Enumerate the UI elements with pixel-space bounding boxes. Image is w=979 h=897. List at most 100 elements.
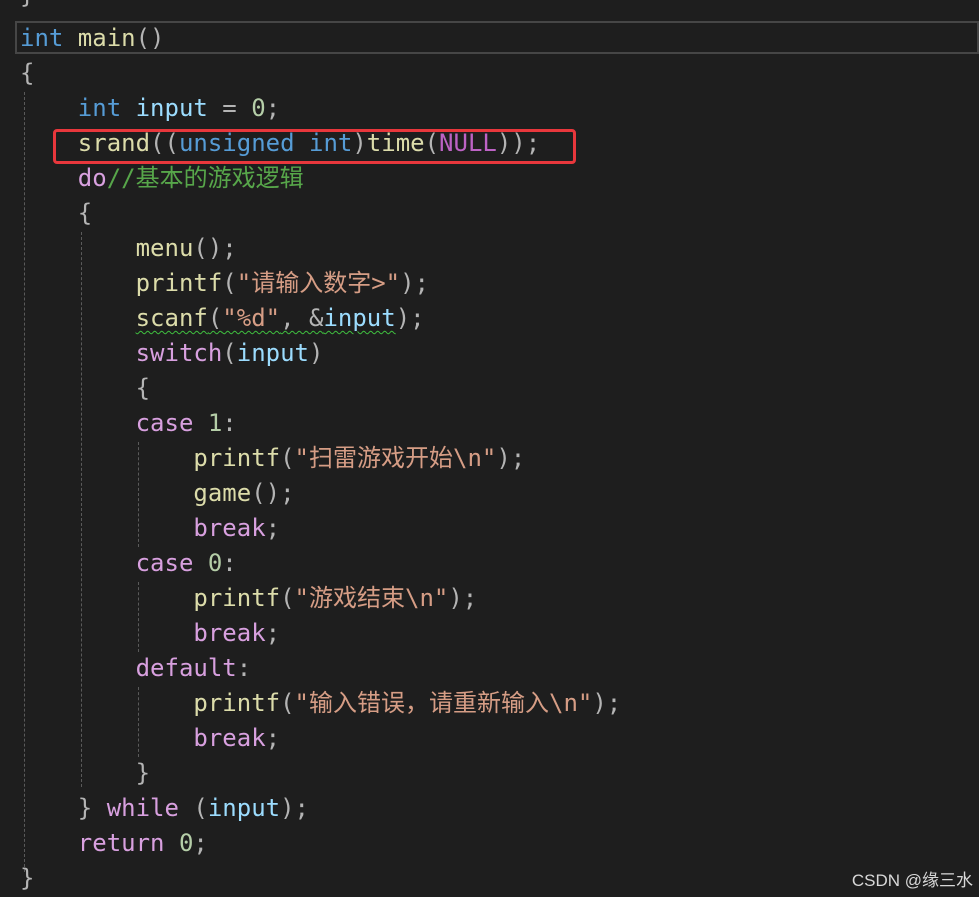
token-fn: printf (193, 689, 281, 717)
token-pun: } (77, 794, 93, 822)
token-str: "输入错误，请重新输入\n" (294, 689, 593, 717)
token-pun: ) (309, 339, 324, 367)
code-line-printf-prompt[interactable]: printf("请输入数字>"); (20, 266, 429, 301)
token-pun: ; (265, 514, 281, 542)
token-str: "游戏结束\n" (294, 584, 449, 612)
token-var: input (121, 94, 208, 122)
token-ctl: break (193, 514, 266, 542)
token-pun: = (207, 94, 252, 122)
token-ctl: break (193, 724, 266, 752)
token-pun: { (135, 374, 151, 402)
code-line-do-open-brace[interactable]: { (20, 196, 92, 231)
token-pun: ); (400, 269, 430, 297)
code-line-case-0[interactable]: case 0: (20, 546, 237, 581)
token-pun: : (236, 654, 252, 682)
code-line-switch-stmt[interactable]: switch(input) (20, 336, 324, 371)
token-var: input (323, 304, 396, 332)
token-fn: main (63, 24, 136, 52)
token-num: 0 (164, 829, 194, 857)
token-num: 1 (193, 409, 223, 437)
code-line-main-signature[interactable]: int main() (20, 21, 165, 56)
code-line-switch-close-brace[interactable]: } (20, 756, 150, 791)
token-pun: ); (448, 584, 478, 612)
token-pun: ); (592, 689, 622, 717)
previous-function-closing-brace: } (20, 0, 34, 10)
token-pun: () (135, 24, 165, 52)
token-str: "请输入数字>" (236, 269, 401, 297)
code-line-default-label[interactable]: default: (20, 651, 252, 686)
token-pun: ; (265, 94, 281, 122)
token-ctl: case (135, 409, 194, 437)
code-line-printf-start[interactable]: printf("扫雷游戏开始\n"); (20, 441, 525, 476)
token-var: input (207, 794, 281, 822)
token-pun: : (222, 549, 237, 577)
code-line-declare-input[interactable]: int input = 0; (20, 91, 280, 126)
code-line-break-3[interactable]: break; (20, 721, 280, 756)
token-num: 0 (193, 549, 223, 577)
token-pun: , & (280, 304, 324, 332)
token-ctl: while (92, 794, 179, 822)
token-pun: ( (222, 269, 237, 297)
token-pun: ); (395, 304, 425, 332)
token-cmt: //基本的游戏逻辑 (106, 164, 304, 192)
code-line-main-close-brace[interactable]: } (20, 861, 34, 896)
srand-highlight-box (53, 129, 576, 164)
code-line-while-clause[interactable]: } while (input); (20, 791, 309, 826)
code-line-main-open-brace[interactable]: { (20, 56, 34, 91)
token-ctl: default (135, 654, 237, 682)
csdn-watermark: CSDN @缘三水 (851, 871, 973, 890)
token-ctl: case (135, 549, 194, 577)
token-pun: : (222, 409, 237, 437)
code-line-switch-open-brace[interactable]: { (20, 371, 150, 406)
token-fn: printf (193, 444, 281, 472)
code-line-printf-end[interactable]: printf("游戏结束\n"); (20, 581, 477, 616)
code-line-printf-error[interactable]: printf("输入错误，请重新输入\n"); (20, 686, 621, 721)
token-str: "%d" (222, 304, 281, 332)
code-line-break-1[interactable]: break; (20, 511, 280, 546)
token-pun: ; (265, 619, 281, 647)
token-pun: ); (280, 794, 310, 822)
code-line-menu-call[interactable]: menu(); (20, 231, 237, 266)
token-pun: (); (193, 234, 237, 262)
token-fn: printf (193, 584, 281, 612)
token-ctl: return (77, 829, 165, 857)
code-editor[interactable]: } int main(){ int input = 0; srand((unsi… (0, 0, 979, 897)
token-pun: ( (280, 689, 295, 717)
token-pun: ; (193, 829, 208, 857)
token-pun: ( (280, 584, 295, 612)
code-line-case-1[interactable]: case 1: (20, 406, 237, 441)
code-line-return-stmt[interactable]: return 0; (20, 826, 208, 861)
token-fn: scanf (135, 304, 208, 332)
code-line-do-comment[interactable]: do//基本的游戏逻辑 (20, 161, 304, 196)
code-line-scanf-call[interactable]: scanf("%d", &input); (20, 301, 425, 336)
code-line-game-call[interactable]: game(); (20, 476, 294, 511)
token-num: 0 (251, 94, 266, 122)
token-pun: ; (265, 724, 281, 752)
token-ctl: switch (135, 339, 223, 367)
token-pun: ); (496, 444, 526, 472)
token-pun: ( (280, 444, 295, 472)
token-pun: } (20, 864, 35, 892)
code-line-break-2[interactable]: break; (20, 616, 280, 651)
token-ctl: do (77, 164, 107, 192)
token-kw: int (77, 94, 122, 122)
token-fn: menu (135, 234, 194, 262)
